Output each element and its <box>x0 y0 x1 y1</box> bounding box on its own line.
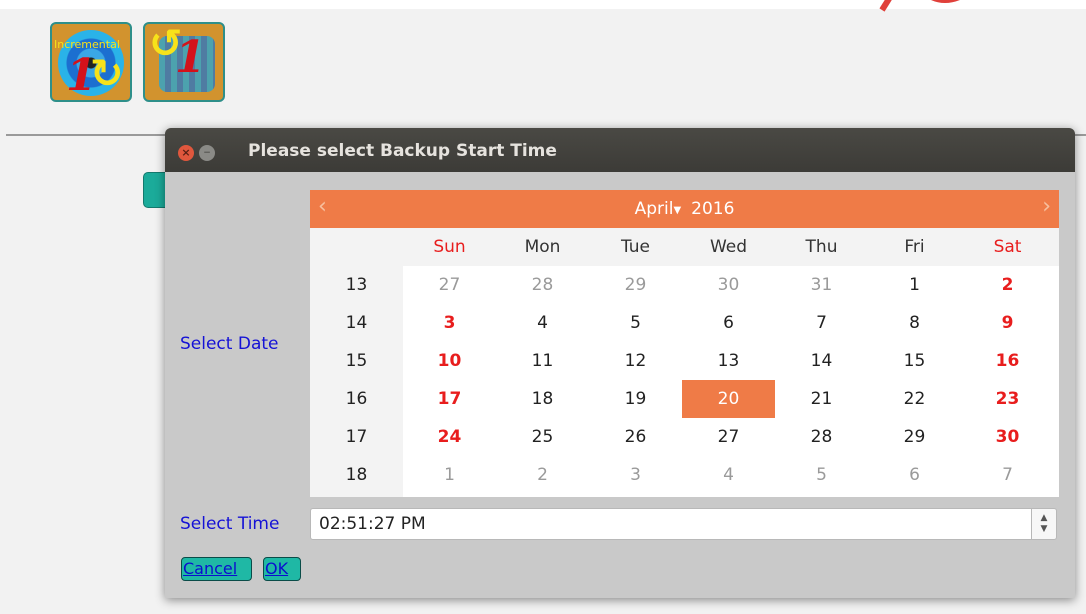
day-cell[interactable]: 6 <box>682 304 775 342</box>
day-cell[interactable]: 19 <box>589 380 682 418</box>
day-cell[interactable]: 4 <box>496 304 589 342</box>
time-input[interactable]: 02:51:27 PM <box>310 508 1032 540</box>
day-header: Wed <box>709 237 748 257</box>
day-cell[interactable]: 17 <box>403 380 496 418</box>
day-cell[interactable]: 23 <box>961 380 1054 418</box>
digit-one-icon: 1 <box>175 32 206 83</box>
day-cell[interactable]: 28 <box>496 266 589 304</box>
day-cell[interactable]: 13 <box>682 342 775 380</box>
day-header: Tue <box>620 237 651 257</box>
day-cell[interactable]: 1 <box>403 456 496 494</box>
backup-start-time-dialog: × − Please select Backup Start Time Sele… <box>165 128 1075 598</box>
day-cell[interactable]: 4 <box>682 456 775 494</box>
day-cell[interactable]: 9 <box>961 304 1054 342</box>
day-cell[interactable]: 29 <box>868 418 961 456</box>
week-number: 17 <box>345 427 368 447</box>
day-cell[interactable]: 29 <box>589 266 682 304</box>
day-cell[interactable]: 27 <box>682 418 775 456</box>
day-cell[interactable]: 14 <box>775 342 868 380</box>
day-cell[interactable]: 28 <box>775 418 868 456</box>
dialog-titlebar[interactable]: × − Please select Backup Start Time <box>165 128 1075 172</box>
brand-logo <box>879 0 960 12</box>
day-header: Thu <box>805 237 838 257</box>
day-header: Mon <box>524 237 561 257</box>
day-of-week-header: Sun Mon Tue Wed Thu Fri Sat <box>310 228 1059 266</box>
day-cell[interactable]: 16 <box>961 342 1054 380</box>
ok-button[interactable]: OK <box>263 557 301 581</box>
week-number: 14 <box>345 313 368 333</box>
week-number: 18 <box>345 465 368 485</box>
incremental-backup-button[interactable]: Incremental 1 ↻ <box>50 22 132 102</box>
chevron-down-icon: ▼ <box>673 205 682 216</box>
day-header: Sun <box>433 237 466 257</box>
day-cell[interactable]: 12 <box>589 342 682 380</box>
select-time-label: Select Time <box>180 514 280 534</box>
cancel-button[interactable]: Cancel <box>181 557 252 581</box>
day-cell[interactable]: 2 <box>961 266 1054 304</box>
day-cell[interactable]: 26 <box>589 418 682 456</box>
day-cell[interactable]: 5 <box>775 456 868 494</box>
time-spinner[interactable]: ▲ ▼ <box>1031 508 1057 540</box>
day-header: Fri <box>904 237 925 257</box>
week-number: 16 <box>345 389 368 409</box>
day-cell[interactable]: 3 <box>403 304 496 342</box>
day-cell[interactable]: 1 <box>868 266 961 304</box>
spin-up-icon[interactable]: ▲ <box>1032 513 1056 524</box>
next-month-icon[interactable]: › <box>1042 196 1051 218</box>
week-number: 15 <box>345 351 368 371</box>
minimize-icon[interactable]: − <box>199 145 215 161</box>
day-cell[interactable]: 5 <box>589 304 682 342</box>
year-label[interactable]: 2016 <box>691 199 734 219</box>
dialog-title: Please select Backup Start Time <box>248 141 557 161</box>
day-cell[interactable]: 25 <box>496 418 589 456</box>
day-cell[interactable]: 2 <box>496 456 589 494</box>
close-icon[interactable]: × <box>178 145 194 161</box>
day-cell[interactable]: 22 <box>868 380 961 418</box>
calendar-header: ‹ April▼ 2016 › <box>310 190 1059 228</box>
day-cell[interactable]: 31 <box>775 266 868 304</box>
cycle-arrow-icon: ↻ <box>90 51 124 97</box>
day-cell[interactable]: 18 <box>496 380 589 418</box>
day-header: Sat <box>993 237 1022 257</box>
day-cell[interactable]: 10 <box>403 342 496 380</box>
calendar-widget: ‹ April▼ 2016 › Sun Mon Tue Wed Thu Fri Sat 13 2… <box>310 190 1059 497</box>
day-cell[interactable]: 6 <box>868 456 961 494</box>
day-cell[interactable]: 7 <box>961 456 1054 494</box>
day-cell[interactable]: 3 <box>589 456 682 494</box>
selected-day-cell[interactable]: 20 <box>682 380 775 418</box>
incremental-restore-button[interactable]: ↺ 1 <box>143 22 225 102</box>
day-cell[interactable]: 11 <box>496 342 589 380</box>
month-year-display: April▼ 2016 <box>310 199 1059 219</box>
day-cell[interactable]: 24 <box>403 418 496 456</box>
day-cell[interactable]: 8 <box>868 304 961 342</box>
day-cell[interactable]: 15 <box>868 342 961 380</box>
day-cell[interactable]: 21 <box>775 380 868 418</box>
day-cell[interactable]: 27 <box>403 266 496 304</box>
month-select[interactable]: April▼ <box>635 199 692 219</box>
week-number: 13 <box>345 275 368 295</box>
day-cell[interactable]: 7 <box>775 304 868 342</box>
app-toolbar: Incremental 1 ↻ ↺ 1 <box>0 0 1086 135</box>
spin-down-icon[interactable]: ▼ <box>1032 524 1056 535</box>
day-cell[interactable]: 30 <box>682 266 775 304</box>
select-date-label: Select Date <box>180 334 279 354</box>
day-cell[interactable]: 30 <box>961 418 1054 456</box>
